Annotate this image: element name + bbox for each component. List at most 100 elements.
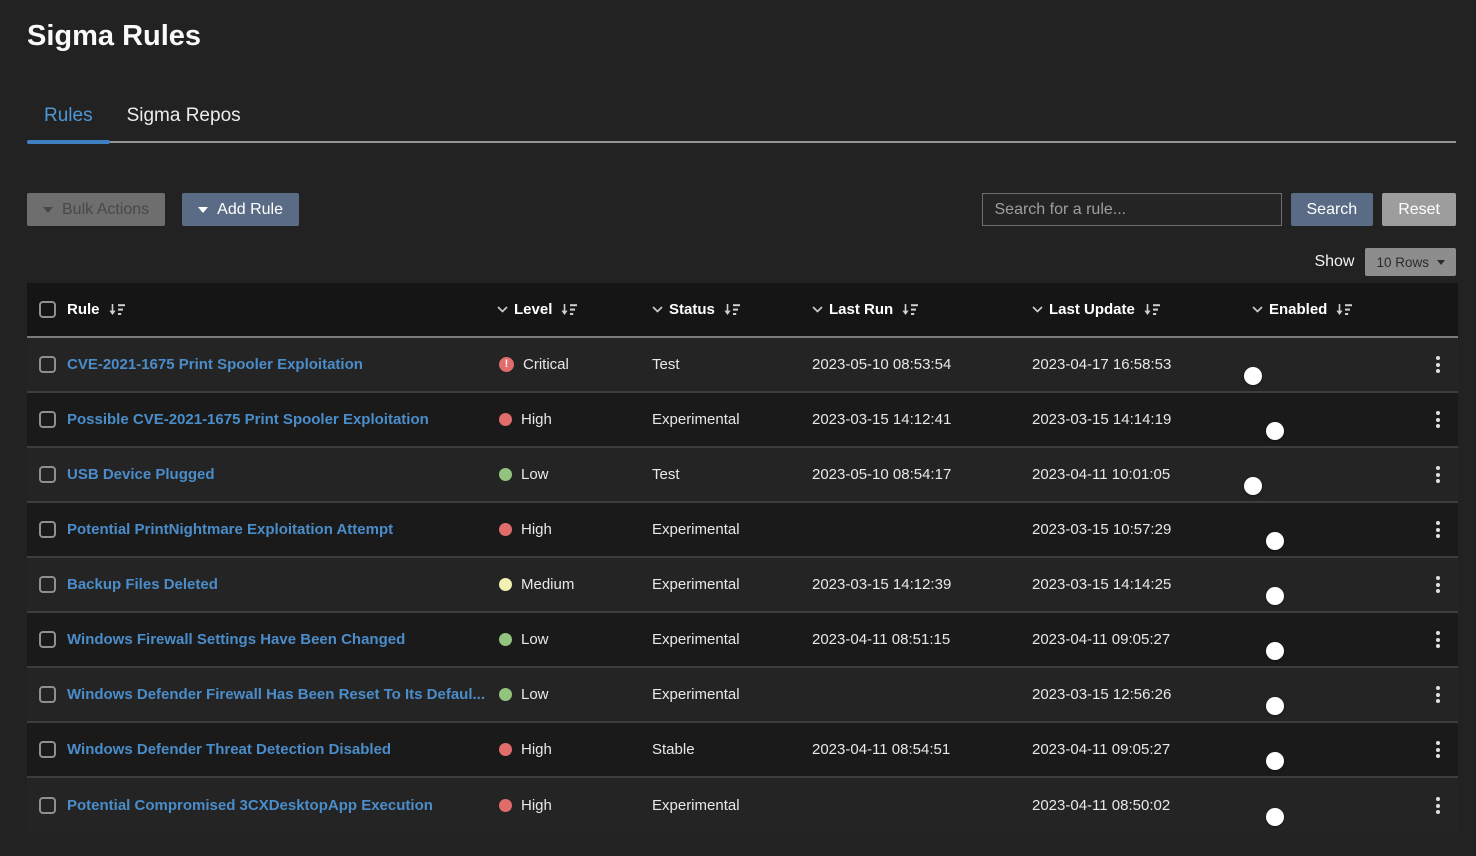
chevron-down-icon[interactable] — [1032, 306, 1043, 313]
column-header-level[interactable]: Level — [497, 301, 652, 318]
column-label-last-update: Last Update — [1049, 301, 1135, 318]
table-row: Windows Defender Threat Detection Disabl… — [27, 723, 1458, 778]
level-label: High — [521, 411, 552, 428]
column-header-enabled[interactable]: Enabled — [1252, 301, 1418, 318]
actions-cell — [1418, 352, 1458, 377]
add-rule-label: Add Rule — [217, 201, 283, 219]
row-checkbox[interactable] — [39, 686, 56, 703]
kebab-menu-icon[interactable] — [1432, 627, 1444, 652]
rule-link[interactable]: Potential PrintNightmare Exploitation At… — [67, 521, 393, 538]
column-header-rule[interactable]: Rule — [67, 301, 497, 318]
column-header-last-update[interactable]: Last Update — [1032, 301, 1252, 318]
kebab-menu-icon[interactable] — [1432, 572, 1444, 597]
row-checkbox[interactable] — [39, 797, 56, 814]
search-button[interactable]: Search — [1291, 193, 1374, 226]
row-checkbox[interactable] — [39, 356, 56, 373]
rule-link[interactable]: Potential Compromised 3CXDesktopApp Exec… — [67, 797, 433, 814]
toolbar-right: Search Reset — [982, 193, 1457, 226]
caret-down-icon — [1437, 260, 1445, 265]
chevron-down-icon[interactable] — [497, 306, 508, 313]
add-rule-button[interactable]: Add Rule — [182, 193, 299, 226]
level-icon — [499, 468, 512, 481]
toggle-knob — [1266, 808, 1284, 826]
rule-link[interactable]: Possible CVE-2021-1675 Print Spooler Exp… — [67, 411, 429, 428]
level-label: High — [521, 741, 552, 758]
rule-link[interactable]: Windows Defender Firewall Has Been Reset… — [67, 686, 485, 703]
level-icon — [499, 633, 512, 646]
sort-icon[interactable] — [723, 303, 741, 317]
actions-cell — [1418, 572, 1458, 597]
reset-button-label: Reset — [1398, 201, 1440, 219]
row-checkbox[interactable] — [39, 411, 56, 428]
row-checkbox[interactable] — [39, 466, 56, 483]
level-icon — [499, 799, 512, 812]
kebab-menu-icon[interactable] — [1432, 517, 1444, 542]
rule-link[interactable]: Windows Defender Threat Detection Disabl… — [67, 741, 391, 758]
reset-button[interactable]: Reset — [1382, 193, 1456, 226]
last-update-cell: 2023-03-15 12:56:26 — [1032, 686, 1252, 703]
select-all-checkbox[interactable] — [39, 301, 56, 318]
toggle-knob — [1266, 532, 1284, 550]
kebab-menu-icon[interactable] — [1432, 737, 1444, 762]
show-label: Show — [1314, 253, 1354, 271]
status-cell: Experimental — [652, 631, 812, 648]
level-cell: Low — [497, 631, 652, 648]
rule-cell: Potential Compromised 3CXDesktopApp Exec… — [67, 797, 497, 814]
table-row: Possible CVE-2021-1675 Print Spooler Exp… — [27, 393, 1458, 448]
kebab-menu-icon[interactable] — [1432, 407, 1444, 432]
rule-link[interactable]: CVE-2021-1675 Print Spooler Exploitation — [67, 356, 363, 373]
sort-icon[interactable] — [108, 303, 126, 317]
kebab-menu-icon[interactable] — [1432, 352, 1444, 377]
toggle-knob — [1244, 477, 1262, 495]
rows-per-page-value: 10 Rows — [1376, 255, 1429, 270]
rule-cell: Backup Files Deleted — [67, 576, 497, 593]
status-cell: Experimental — [652, 521, 812, 538]
row-checkbox[interactable] — [39, 521, 56, 538]
row-checkbox[interactable] — [39, 576, 56, 593]
search-input[interactable] — [982, 193, 1282, 226]
level-cell: Critical — [497, 356, 652, 373]
level-icon — [499, 578, 512, 591]
sort-icon[interactable] — [560, 303, 578, 317]
column-header-status[interactable]: Status — [652, 301, 812, 318]
header-checkbox-cell — [27, 301, 67, 318]
row-checkbox[interactable] — [39, 631, 56, 648]
column-header-last-run[interactable]: Last Run — [812, 301, 1032, 318]
kebab-menu-icon[interactable] — [1432, 462, 1444, 487]
level-cell: Low — [497, 686, 652, 703]
last-update-cell: 2023-03-15 14:14:25 — [1032, 576, 1252, 593]
bulk-actions-button[interactable]: Bulk Actions — [27, 193, 165, 226]
row-checkbox-cell — [27, 466, 67, 483]
sort-icon[interactable] — [1335, 303, 1353, 317]
level-cell: High — [497, 411, 652, 428]
column-label-status: Status — [669, 301, 715, 318]
show-rows-control: Show 10 Rows — [27, 248, 1456, 276]
chevron-down-icon[interactable] — [1252, 306, 1263, 313]
chevron-down-icon[interactable] — [652, 306, 663, 313]
rule-link[interactable]: Windows Firewall Settings Have Been Chan… — [67, 631, 405, 648]
rule-link[interactable]: USB Device Plugged — [67, 466, 215, 483]
row-checkbox-cell — [27, 686, 67, 703]
toggle-knob — [1266, 697, 1284, 715]
kebab-menu-icon[interactable] — [1432, 793, 1444, 818]
last-update-cell: 2023-03-15 14:14:19 — [1032, 411, 1252, 428]
level-icon — [499, 743, 512, 756]
last-run-cell: 2023-05-10 08:54:17 — [812, 466, 1032, 483]
status-cell: Experimental — [652, 576, 812, 593]
tab-rules[interactable]: Rules — [27, 97, 110, 141]
status-cell: Experimental — [652, 797, 812, 814]
rule-link[interactable]: Backup Files Deleted — [67, 576, 218, 593]
actions-cell — [1418, 462, 1458, 487]
last-update-cell: 2023-04-11 09:05:27 — [1032, 741, 1252, 758]
rows-per-page-select[interactable]: 10 Rows — [1365, 248, 1456, 276]
chevron-down-icon[interactable] — [812, 306, 823, 313]
kebab-menu-icon[interactable] — [1432, 682, 1444, 707]
rule-cell: Windows Firewall Settings Have Been Chan… — [67, 631, 497, 648]
row-checkbox[interactable] — [39, 741, 56, 758]
tab-sigma-repos[interactable]: Sigma Repos — [110, 97, 258, 141]
table-body: CVE-2021-1675 Print Spooler Exploitation… — [27, 338, 1458, 833]
row-checkbox-cell — [27, 411, 67, 428]
sort-icon[interactable] — [1143, 303, 1161, 317]
sort-icon[interactable] — [901, 303, 919, 317]
column-label-level: Level — [514, 301, 552, 318]
